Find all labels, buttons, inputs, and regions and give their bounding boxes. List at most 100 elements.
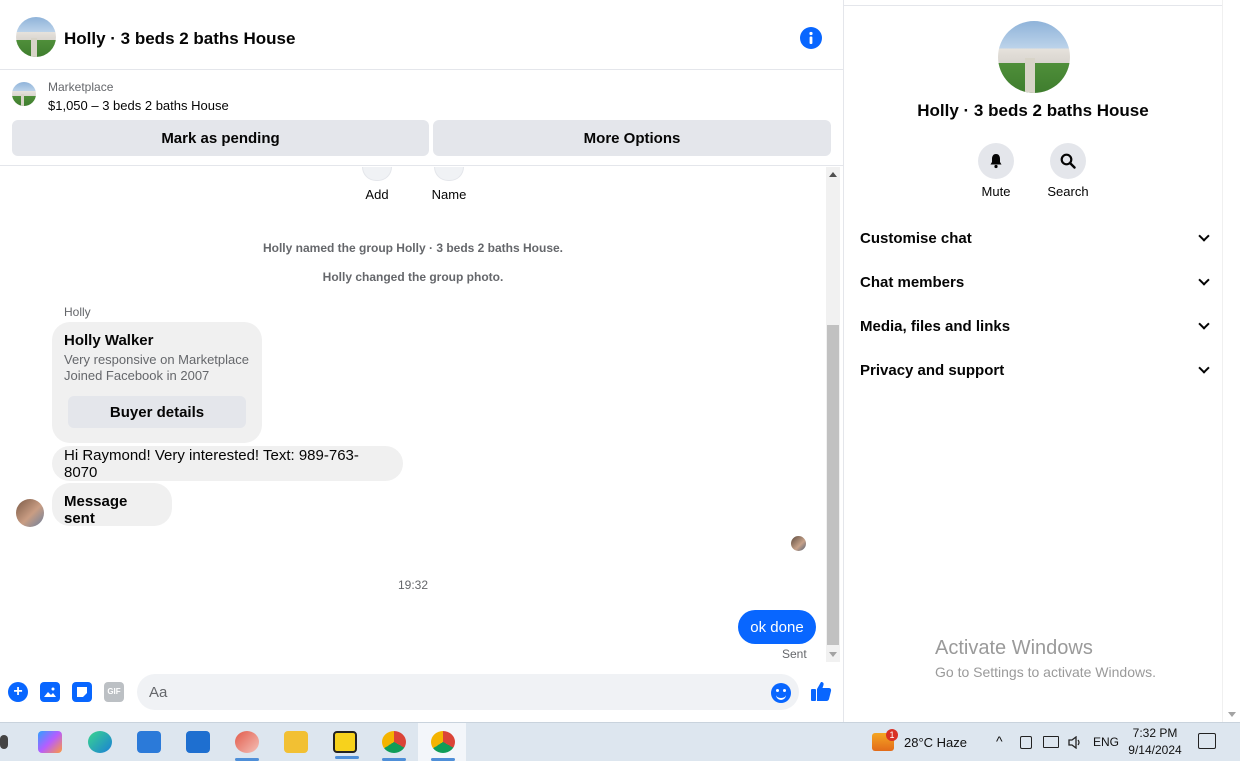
weather-badge: 1	[886, 729, 898, 741]
incoming-message[interactable]: Hi Raymond! Very interested! Text: 989-7…	[52, 446, 403, 481]
info-icon[interactable]	[800, 27, 822, 49]
buyer-details-button[interactable]: Buyer details	[68, 396, 246, 428]
activate-windows-watermark: Activate Windows Go to Settings to activ…	[935, 637, 1156, 680]
taskbar: 1 28°C Haze ^ ENG 7:32 PM 9/14/2024	[0, 722, 1240, 761]
system-message: Holly named the group Holly · 3 beds 2 b…	[262, 241, 564, 255]
buyer-name: Holly Walker	[64, 332, 154, 349]
scroll-thumb[interactable]	[827, 325, 839, 645]
add-icon	[362, 167, 392, 181]
message-input[interactable]	[137, 674, 799, 710]
network-icon[interactable]	[1043, 736, 1059, 748]
name-label: Name	[431, 187, 467, 202]
chevron-down-icon	[1198, 362, 1210, 374]
clock-date[interactable]: 9/14/2024	[1124, 743, 1186, 757]
house-photo	[16, 17, 56, 57]
plus-icon[interactable]: +	[8, 682, 28, 702]
watermark-subtitle: Go to Settings to activate Windows.	[935, 664, 1156, 680]
bell-icon	[978, 143, 1014, 179]
start-button-icon[interactable]	[0, 735, 8, 749]
search-glyph	[1060, 153, 1076, 169]
name-group-action[interactable]: Name	[419, 167, 479, 202]
info-glyph	[809, 31, 813, 44]
add-member-action[interactable]: Add	[347, 167, 407, 202]
weather-text[interactable]: 28°C Haze	[904, 735, 967, 750]
gif-icon[interactable]: GIF	[104, 682, 124, 702]
copilot-icon[interactable]	[38, 731, 62, 753]
mark-as-pending-button[interactable]: Mark as pending	[12, 120, 429, 156]
scroll-up-icon[interactable]	[829, 172, 837, 177]
scroll-down-icon[interactable]	[829, 652, 837, 657]
name-icon	[434, 167, 464, 181]
thumbs-up-glyph	[811, 682, 832, 701]
watermark-title: Activate Windows	[935, 637, 1093, 659]
add-label: Add	[365, 187, 389, 202]
mute-button[interactable]: Mute	[966, 143, 1026, 199]
incoming-message[interactable]: Message sent	[52, 483, 172, 527]
page-scrollbar[interactable]	[1222, 0, 1240, 722]
chat-header: Holly · 3 beds 2 baths House	[0, 7, 843, 70]
store-icon[interactable]	[137, 731, 161, 753]
mute-label: Mute	[981, 184, 1011, 199]
chat-title[interactable]: Holly · 3 beds 2 baths House	[64, 29, 295, 49]
search-button[interactable]: Search	[1038, 143, 1098, 199]
section-label: Chat members	[860, 273, 965, 291]
marketplace-bar: Marketplace $1,050 – 3 beds 2 baths Hous…	[0, 70, 843, 166]
chat-panel: Holly · 3 beds 2 baths House Marketplace…	[0, 0, 844, 722]
photo-icon[interactable]	[40, 682, 60, 702]
notification-icon[interactable]	[1198, 733, 1216, 749]
file-explorer-icon[interactable]	[284, 731, 308, 753]
customise-chat-section[interactable]: Customise chat	[860, 218, 1212, 258]
photo-glyph	[44, 687, 56, 697]
language-indicator[interactable]: ENG	[1093, 735, 1119, 749]
section-label: Media, files and links	[860, 317, 1011, 335]
chat-members-section[interactable]: Chat members	[860, 262, 1212, 302]
buyer-responsive-note: Very responsive on Marketplace	[64, 352, 249, 367]
chevron-down-icon	[1198, 318, 1210, 330]
volume-icon[interactable]	[1068, 735, 1082, 750]
listing-thumbnail[interactable]	[12, 82, 36, 106]
seen-by-avatar	[791, 536, 806, 551]
mail-icon[interactable]	[186, 731, 210, 753]
edge-icon[interactable]	[88, 731, 112, 753]
sticker-glyph	[77, 687, 87, 697]
section-label: Customise chat	[860, 229, 972, 247]
search-icon	[1050, 143, 1086, 179]
chevron-up-icon[interactable]: ^	[996, 733, 1003, 749]
details-avatar[interactable]	[998, 21, 1070, 93]
sender-label: Holly	[64, 305, 91, 319]
bell-glyph	[990, 154, 1002, 169]
outgoing-message[interactable]: ok done	[738, 610, 816, 644]
chrome-profile-icon[interactable]	[382, 731, 406, 761]
chrome-icon[interactable]	[431, 731, 455, 761]
message-scrollbar[interactable]	[826, 167, 840, 662]
snipping-tool-icon[interactable]	[235, 731, 259, 761]
sent-status: Sent	[782, 647, 807, 661]
house-photo	[998, 21, 1070, 93]
sticker-icon[interactable]	[72, 682, 92, 702]
message-list: Add Name Holly named the group Holly · 3…	[0, 167, 826, 662]
marketplace-label: Marketplace	[48, 80, 114, 94]
message-composer: + GIF	[0, 670, 843, 716]
sticky-notes-icon[interactable]	[333, 731, 359, 759]
message-timestamp: 19:32	[397, 578, 429, 592]
page-scroll-down-icon[interactable]	[1228, 712, 1236, 717]
sender-avatar[interactable]	[16, 499, 44, 527]
buyer-joined-note: Joined Facebook in 2007	[64, 368, 210, 383]
listing-title[interactable]: $1,050 – 3 beds 2 baths House	[48, 98, 229, 113]
search-label: Search	[1047, 184, 1089, 199]
conversation-details: Holly · 3 beds 2 baths House Mute Search…	[844, 7, 1222, 722]
system-message: Holly changed the group photo.	[322, 270, 504, 284]
details-title: Holly · 3 beds 2 baths House	[917, 101, 1149, 120]
privacy-support-section[interactable]: Privacy and support	[860, 350, 1212, 390]
buyer-profile-card: Holly Walker Very responsive on Marketpl…	[52, 322, 262, 443]
media-files-links-section[interactable]: Media, files and links	[860, 306, 1212, 346]
more-options-button[interactable]: More Options	[433, 120, 831, 156]
meet-now-icon[interactable]	[1020, 736, 1032, 749]
clock-time[interactable]: 7:32 PM	[1124, 726, 1186, 740]
house-photo	[12, 82, 36, 106]
chevron-down-icon	[1198, 274, 1210, 286]
thumbs-up-icon[interactable]	[810, 680, 832, 708]
group-avatar[interactable]	[16, 17, 56, 57]
emoji-icon[interactable]	[771, 683, 791, 703]
section-label: Privacy and support	[860, 361, 1005, 379]
